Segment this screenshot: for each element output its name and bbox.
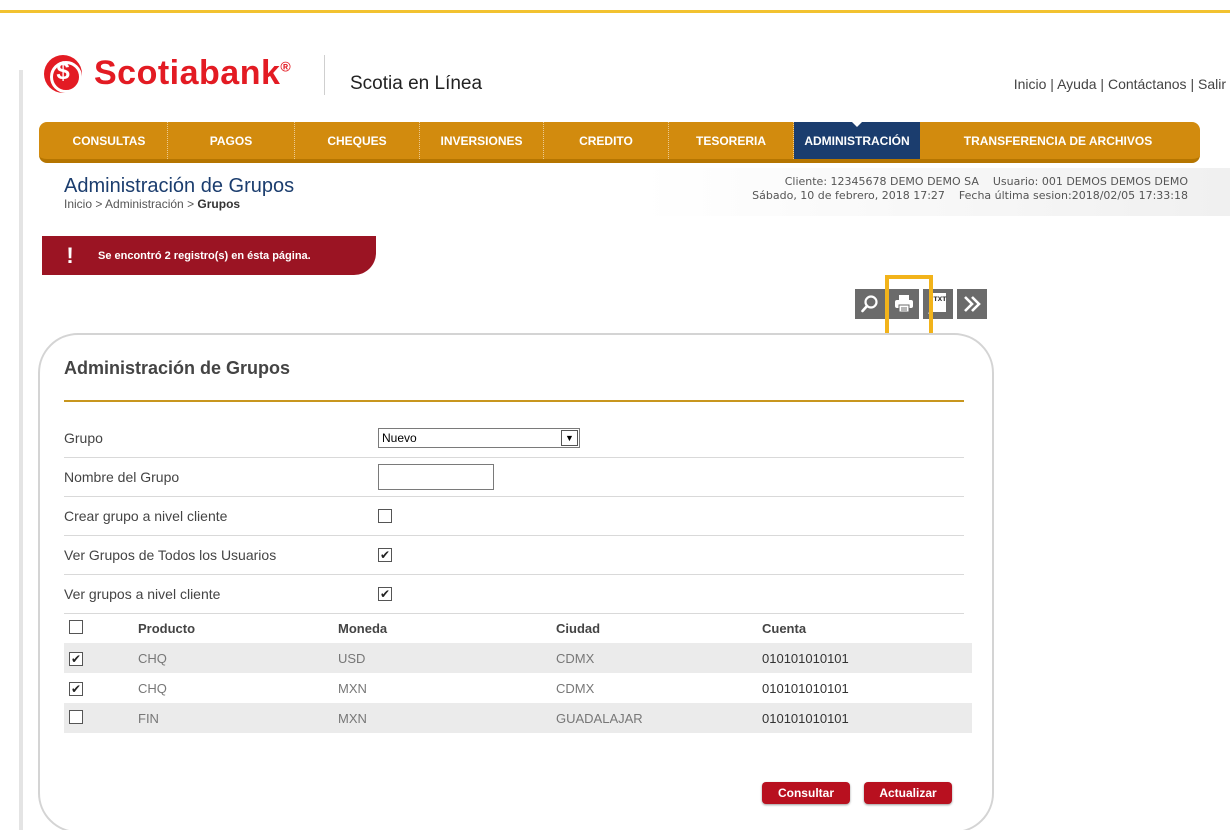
panel-title: Administración de Grupos (64, 358, 291, 378)
cell-cuenta: 010101010101 (762, 680, 849, 696)
cell-moneda: MXN (338, 710, 367, 726)
cell-producto: FIN (138, 710, 159, 726)
nombre-label: Nombre del Grupo (64, 469, 180, 485)
actualizar-button[interactable]: Actualizar (864, 782, 952, 804)
chevron-down-icon: ▼ (561, 430, 578, 446)
tab-inversiones[interactable]: INVERSIONES (420, 122, 544, 159)
tab-pagos[interactable]: PAGOS (168, 122, 295, 159)
cell-ciudad: CDMX (556, 650, 595, 666)
link-ayuda[interactable]: Ayuda (1057, 76, 1096, 92)
crear-label: Crear grupo a nivel cliente (64, 508, 228, 524)
scotiabank-emblem-icon (44, 54, 82, 93)
cell-producto: CHQ (138, 680, 167, 696)
page-title: Administración de Grupos (64, 175, 295, 197)
cell-producto: CHQ (138, 650, 167, 666)
consultar-button[interactable]: Consultar (762, 782, 850, 804)
cell-cuenta: 010101010101 (762, 650, 849, 666)
tab-administracion[interactable]: ADMINISTRACIÓN (794, 121, 920, 159)
row-checkbox[interactable]: ✔ (69, 651, 83, 666)
svg-text:TXT: TXT (934, 296, 948, 303)
breadcrumb-administracion[interactable]: Administración (105, 197, 184, 211)
col-ciudad: Ciudad (556, 621, 601, 636)
tab-consultas[interactable]: CONSULTAS (51, 122, 168, 159)
alert-message: Se encontró 2 registro(s) en ésta página… (98, 249, 311, 262)
cell-ciudad: GUADALAJAR (556, 710, 643, 726)
search-icon[interactable] (855, 289, 885, 319)
alert-banner: ! Se encontró 2 registro(s) en ésta pági… (42, 236, 376, 275)
row-checkbox[interactable]: ✔ (69, 681, 83, 696)
print-highlight (885, 275, 933, 341)
cell-ciudad: CDMX (556, 680, 595, 696)
nombre-grupo-field[interactable] (378, 464, 494, 490)
cell-cuenta: 010101010101 (762, 710, 849, 726)
link-contactanos[interactable]: Contáctanos (1108, 76, 1187, 92)
date-line: Sábado, 10 de febrero, 2018 17:27 Fecha … (752, 189, 1188, 202)
left-edge-shadow (19, 70, 23, 830)
brand-name: Scotiabank® (94, 54, 292, 92)
grupo-select-value: Nuevo (382, 431, 417, 445)
client-info: Cliente: 12345678 DEMO DEMO SA Usuario: … (642, 168, 1230, 216)
top-accent-rule (0, 10, 1230, 13)
col-producto: Producto (138, 621, 196, 636)
tab-transferencia-archivos[interactable]: TRANSFERENCIA DE ARCHIVOS (920, 122, 1196, 159)
breadcrumb-inicio[interactable]: Inicio (64, 197, 92, 211)
cell-moneda: MXN (338, 680, 367, 696)
table-header: Producto Moneda Ciudad Cuenta (64, 614, 972, 643)
ver-todos-checkbox[interactable]: ✔ (378, 548, 392, 562)
row-ver-todos: Ver Grupos de Todos los Usuarios ✔ (64, 536, 964, 575)
col-moneda: Moneda (338, 621, 388, 636)
ver-cliente-checkbox[interactable]: ✔ (378, 587, 392, 601)
alert-icon: ! (66, 242, 74, 268)
select-all-checkbox[interactable] (69, 620, 83, 634)
main-nav: CONSULTAS PAGOS CHEQUES INVERSIONES CRED… (39, 121, 1200, 163)
next-icon[interactable] (957, 289, 987, 319)
ver-cliente-label: Ver grupos a nivel cliente (64, 586, 221, 602)
tab-cheques[interactable]: CHEQUES (295, 122, 420, 159)
client-line: Cliente: 12345678 DEMO DEMO SA Usuario: … (784, 175, 1188, 188)
tab-tesoreria[interactable]: TESORERIA (669, 122, 794, 159)
link-inicio[interactable]: Inicio (1014, 76, 1047, 92)
panel-rule (64, 400, 964, 402)
row-checkbox[interactable] (69, 709, 83, 724)
crear-grupo-checkbox[interactable] (378, 509, 392, 523)
grupo-select[interactable]: Nuevo ▼ (378, 428, 580, 448)
link-salir[interactable]: Salir (1198, 76, 1226, 92)
ver-todos-label: Ver Grupos de Todos los Usuarios (64, 547, 277, 563)
table-row[interactable]: ✔ CHQ MXN CDMX 010101010101 (64, 673, 972, 703)
breadcrumb: Inicio > Administración > Grupos (64, 197, 241, 211)
row-crear: Crear grupo a nivel cliente (64, 497, 964, 536)
tab-credito[interactable]: CREDITO (544, 122, 669, 159)
grupo-label: Grupo (64, 430, 103, 446)
breadcrumb-grupos: Grupos (197, 197, 241, 211)
col-cuenta: Cuenta (762, 621, 807, 636)
row-ver-cliente: Ver grupos a nivel cliente ✔ (64, 575, 964, 614)
scotiabank-logo[interactable]: Scotiabank® (44, 54, 291, 93)
table-row[interactable]: FIN MXN GUADALAJAR 010101010101 (64, 703, 972, 733)
table-row[interactable]: ✔ CHQ USD CDMX 010101010101 (64, 643, 972, 673)
accounts-table: Producto Moneda Ciudad Cuenta ✔ CHQ USD … (64, 614, 972, 733)
row-nombre: Nombre del Grupo (64, 458, 964, 497)
row-grupo: Grupo Nuevo ▼ (64, 419, 964, 458)
product-name: Scotia en Línea (350, 73, 483, 94)
cell-moneda: USD (338, 650, 366, 666)
top-links: Inicio | Ayuda | Contáctanos | Salir (1013, 76, 1226, 92)
logo-divider (324, 55, 325, 95)
